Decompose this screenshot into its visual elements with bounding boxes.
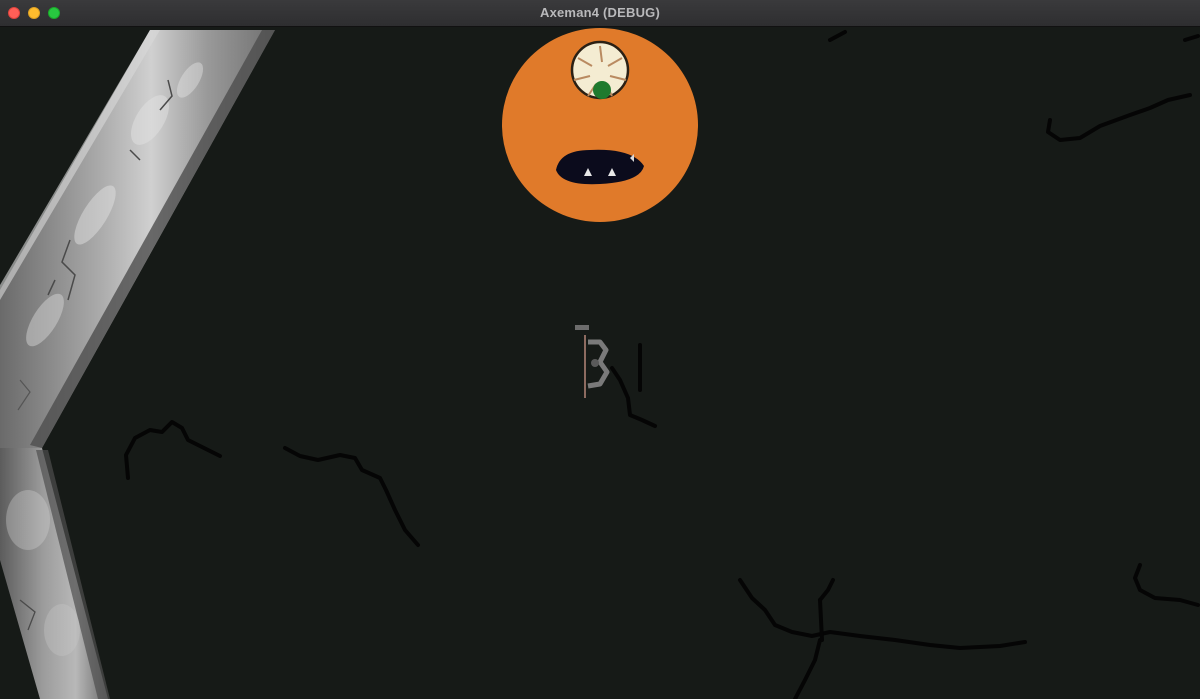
- game-scene: [0, 27, 1200, 699]
- game-window: Axeman4 (DEBUG): [0, 0, 1200, 699]
- orange-monster: [502, 28, 698, 222]
- game-viewport[interactable]: [0, 27, 1200, 699]
- window-title: Axeman4 (DEBUG): [539, 5, 661, 20]
- title-bar[interactable]: Axeman4 (DEBUG): [0, 0, 1200, 27]
